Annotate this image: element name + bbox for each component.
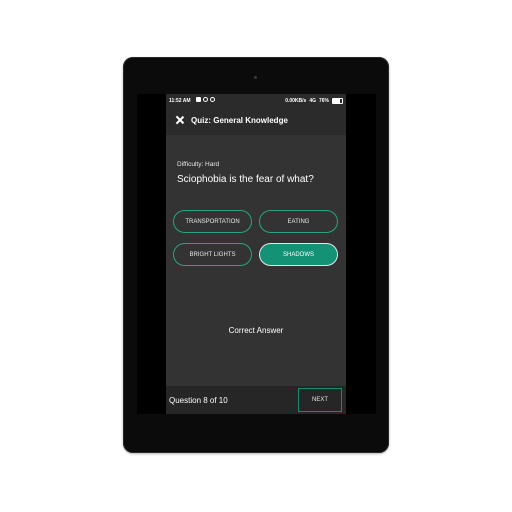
bottom-bar: Question 8 of 10 NEXT (166, 386, 346, 414)
camera-icon (254, 76, 257, 79)
answer-option-transportation[interactable]: TRANSPORTATION (173, 210, 252, 233)
status-bar: 11:52 AM 0.00KB/s 4G 76% (166, 94, 346, 107)
wifi-icon (210, 97, 215, 102)
quiz-app: 11:52 AM 0.00KB/s 4G 76% Quiz: General K… (166, 94, 346, 414)
battery-icon (332, 98, 343, 104)
notification-icons (196, 97, 215, 102)
status-time: 11:52 AM (169, 98, 191, 104)
status-right: 0.00KB/s 4G 76% (285, 98, 343, 104)
sync-icon (203, 97, 208, 102)
notification-icon (196, 97, 201, 102)
answer-option-shadows[interactable]: SHADOWS (259, 243, 338, 266)
result-message: Correct Answer (228, 326, 284, 335)
difficulty-label: Difficulty: Hard (177, 161, 220, 168)
close-icon[interactable] (175, 115, 185, 125)
answer-option-eating[interactable]: EATING (259, 210, 338, 233)
question-text: Sciophobia is the fear of what? (177, 174, 314, 185)
page-title: Quiz: General Knowledge (191, 116, 288, 125)
network-speed: 0.00KB/s (285, 98, 307, 104)
next-button[interactable]: NEXT (298, 388, 342, 412)
question-progress: Question 8 of 10 (169, 396, 228, 405)
app-bar: Quiz: General Knowledge (166, 107, 346, 135)
battery-percent: 76% (318, 98, 329, 104)
network-type: 4G (309, 98, 316, 104)
answer-option-bright-lights[interactable]: BRIGHT LIGHTS (173, 243, 252, 266)
